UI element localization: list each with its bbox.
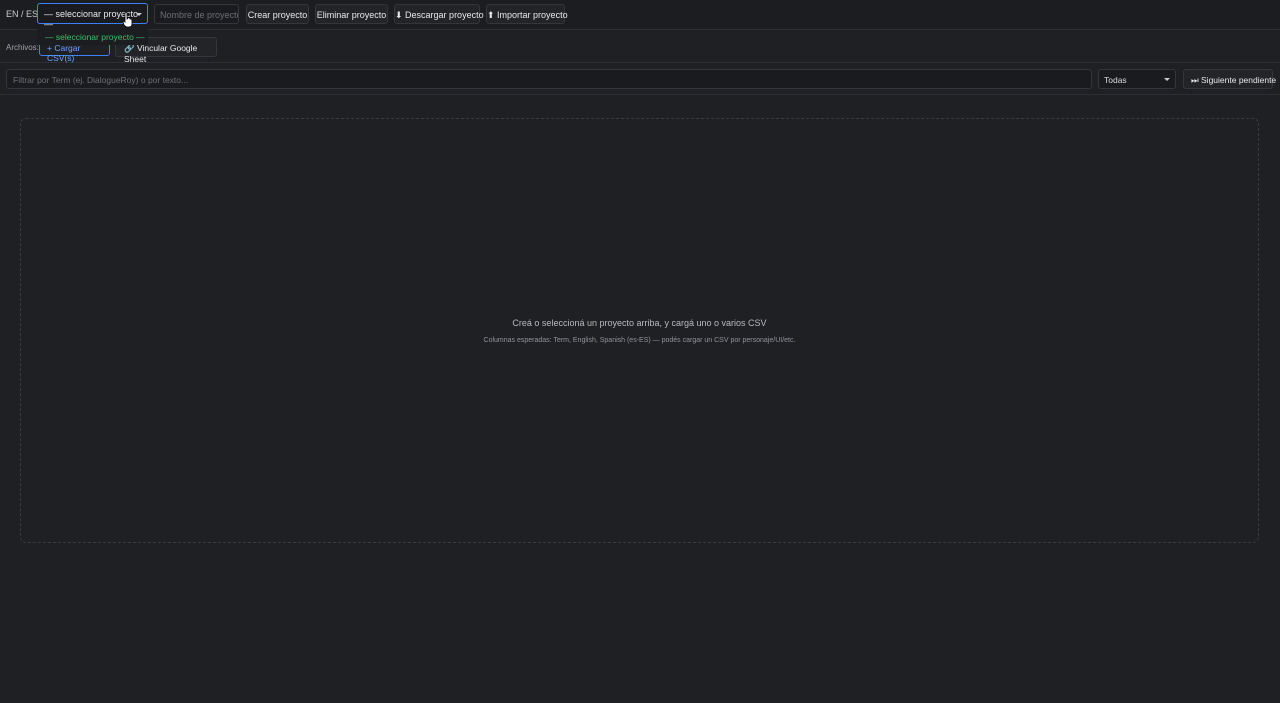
delete-project-button[interactable]: Eliminar proyecto <box>315 4 388 24</box>
filter-input[interactable]: Filtrar por Term (ej. DialogueRoy) o por… <box>6 69 1092 89</box>
mouse-cursor-icon <box>123 12 133 28</box>
project-name-input[interactable]: Nombre de proyecto n <box>154 4 239 24</box>
empty-state-subtitle: Columnas esperadas: Term, English, Spani… <box>483 337 796 344</box>
empty-state-title: Creá o seleccioná un proyecto arriba, y … <box>512 318 767 328</box>
files-bar: Archivos: + Cargar CSV(s) 🔗 Vincular Goo… <box>0 31 1280 64</box>
import-project-button[interactable]: ⬆ Importar proyecto <box>486 4 568 24</box>
filter-bar: Filtrar por Term (ej. DialogueRoy) o por… <box>0 64 1280 95</box>
project-dropdown-option[interactable]: — seleccionar proyecto — <box>37 29 148 45</box>
files-label: Archivos: <box>6 43 39 52</box>
chevron-down-icon <box>1164 78 1170 81</box>
download-project-button[interactable]: ⬇ Descargar proyecto <box>394 4 484 24</box>
create-project-button[interactable]: Crear proyecto <box>246 4 309 24</box>
next-pending-button[interactable]: ⏭ Siguiente pendiente <box>1183 69 1276 89</box>
status-filter-value: Todas <box>1104 75 1127 85</box>
csv-drop-zone[interactable]: Creá o seleccioná un proyecto arriba, y … <box>20 118 1259 543</box>
language-toggle[interactable]: EN / ES <box>6 9 38 19</box>
status-filter-select[interactable]: Todas <box>1098 69 1176 89</box>
chevron-down-icon <box>136 13 142 16</box>
top-toolbar: EN / ES — seleccionar proyecto — Nombre … <box>0 0 1280 30</box>
